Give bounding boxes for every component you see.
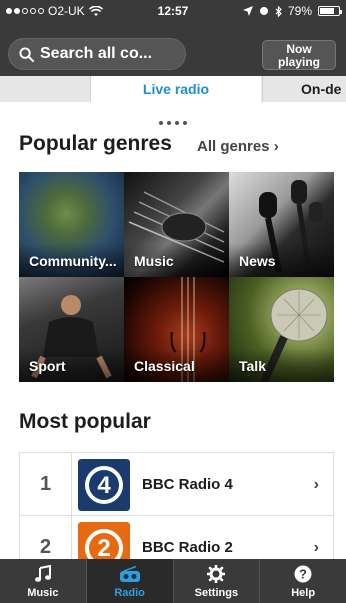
genres-grid: Community... Music News Sport Classical …: [19, 172, 334, 382]
genre-tile-sport[interactable]: Sport: [19, 277, 124, 382]
genre-label: Classical: [134, 358, 195, 374]
tab-on-demand[interactable]: On-de: [262, 76, 346, 102]
all-genres-link[interactable]: All genres ›: [197, 138, 279, 155]
alarm-icon: [259, 7, 268, 15]
search-input[interactable]: Search all co...: [8, 38, 186, 70]
radio-icon: [119, 566, 140, 582]
category-tabs: Live radio On-de: [0, 76, 346, 109]
help-icon: ?: [294, 565, 312, 583]
chevron-right-icon: ›: [273, 138, 279, 155]
svg-text:?: ?: [299, 567, 307, 582]
station-row-bbc-radio-4[interactable]: 1 4 BBC Radio 4 ›: [19, 453, 334, 516]
genre-tile-talk[interactable]: Talk: [229, 277, 334, 382]
music-note-icon: [34, 565, 51, 582]
genre-label: Community...: [29, 253, 117, 269]
genre-label: Sport: [29, 358, 66, 374]
nav-radio[interactable]: Radio: [86, 559, 174, 603]
nav-music[interactable]: Music: [0, 559, 87, 603]
bluetooth-icon: [275, 5, 282, 17]
genre-tile-community[interactable]: Community...: [19, 172, 124, 277]
genre-tile-classical[interactable]: Classical: [124, 277, 229, 382]
genre-label: Talk: [239, 358, 266, 374]
top-header: O2-UK 12:57 79% Search all co... Now pla…: [0, 0, 346, 76]
nav-help[interactable]: ? Help: [260, 559, 346, 603]
location-arrow-icon: [242, 6, 253, 16]
svg-text:4: 4: [97, 472, 111, 499]
nav-settings[interactable]: Settings: [174, 559, 261, 603]
bbc-radio-4-logo-icon: 4: [78, 459, 130, 511]
genre-tile-news[interactable]: News: [229, 172, 334, 277]
now-playing-button[interactable]: Now playing: [262, 40, 336, 70]
most-popular-title: Most popular: [19, 410, 151, 433]
genre-label: Music: [134, 253, 174, 269]
battery-icon: [318, 6, 342, 16]
genre-label: News: [239, 253, 276, 269]
bottom-nav: Music Radio Settings ? Help: [0, 559, 346, 603]
popular-genres-title: Popular genres: [19, 132, 172, 155]
status-bar: O2-UK 12:57 79%: [0, 0, 346, 22]
station-name: BBC Radio 4: [142, 476, 233, 493]
station-rank: 1: [20, 453, 72, 516]
battery-percent: 79%: [287, 4, 312, 18]
chevron-right-icon: ›: [313, 476, 319, 493]
gear-icon: [207, 565, 226, 583]
tab-previous[interactable]: [0, 76, 91, 102]
genre-tile-music[interactable]: Music: [124, 172, 229, 277]
svg-text:2: 2: [97, 535, 110, 562]
battery-level-fill: [320, 8, 334, 14]
page-indicator: [0, 112, 346, 130]
search-icon: [19, 46, 34, 62]
search-placeholder: Search all co...: [40, 45, 153, 62]
tab-live-radio[interactable]: Live radio: [91, 76, 261, 109]
